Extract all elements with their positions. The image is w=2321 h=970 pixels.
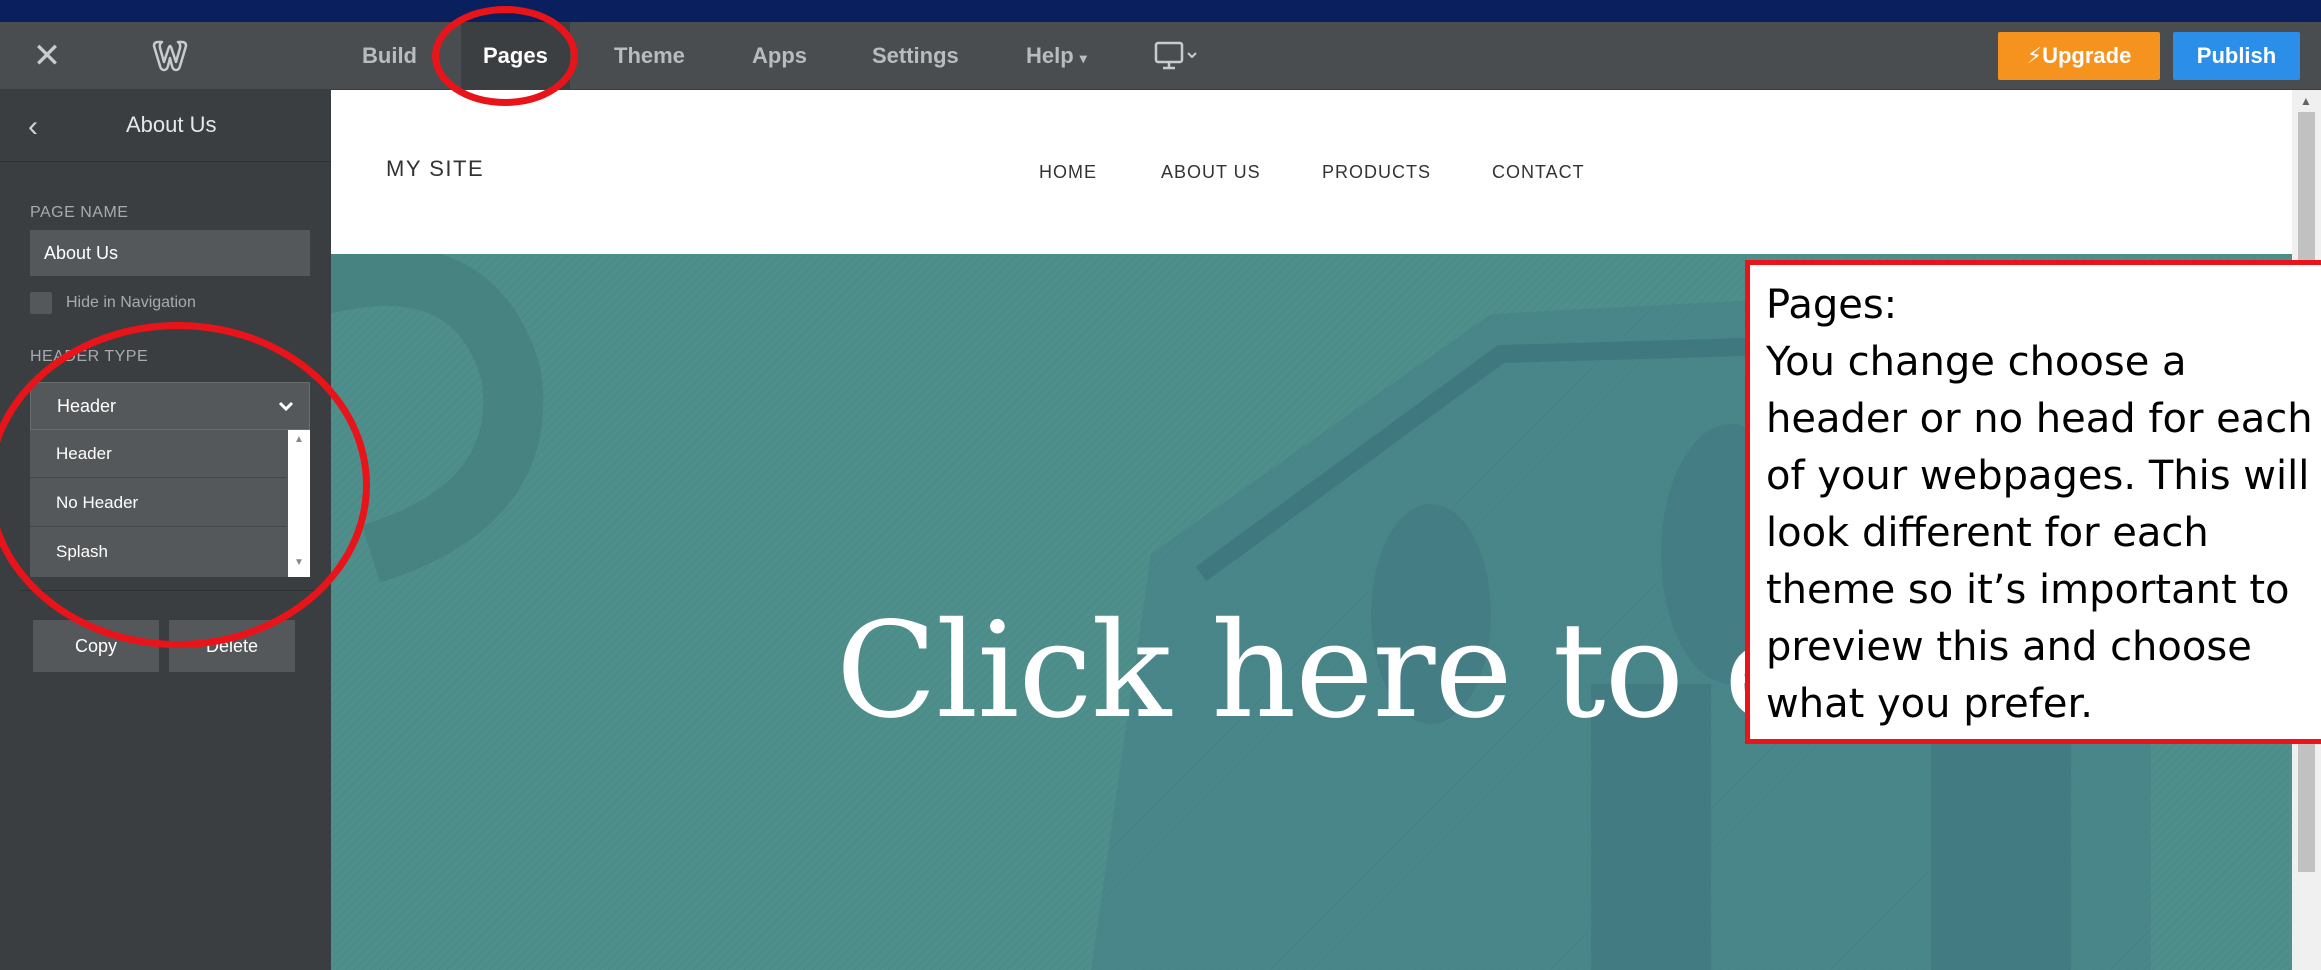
site-nav-home[interactable]: HOME [1039, 162, 1097, 183]
desktop-monitor-icon[interactable] [1152, 40, 1200, 72]
sidebar-title: About Us [126, 112, 217, 137]
page-name-input[interactable]: About Us [30, 230, 310, 276]
header-type-highlight-circle [0, 322, 370, 648]
chevron-left-icon[interactable]: ‹ [28, 110, 38, 144]
chevron-down-icon: ▾ [1079, 50, 1087, 66]
tab-help[interactable]: Help ▾ [1004, 22, 1109, 90]
callout-body: You change choose a header or no head fo… [1766, 339, 2313, 727]
tab-apps[interactable]: Apps [730, 22, 829, 90]
top-toolbar: ✕ Build Pages Theme Apps Settings Help ▾ … [0, 22, 2321, 90]
tab-help-label: Help [1026, 43, 1074, 68]
upgrade-label: Upgrade [2042, 43, 2132, 68]
sidebar-header: ‹ About Us [0, 90, 331, 162]
scroll-up-icon: ▲ [2300, 94, 2312, 108]
weebly-w-icon[interactable] [150, 40, 190, 72]
publish-button[interactable]: Publish [2173, 32, 2300, 80]
hide-in-navigation-checkbox[interactable] [30, 292, 52, 314]
tab-settings[interactable]: Settings [850, 22, 981, 90]
close-icon[interactable]: ✕ [30, 39, 64, 73]
hide-in-navigation-label: Hide in Navigation [66, 294, 196, 311]
site-nav-products[interactable]: PRODUCTS [1322, 162, 1431, 183]
site-nav-contact[interactable]: CONTACT [1492, 162, 1585, 183]
tab-theme[interactable]: Theme [592, 22, 707, 90]
instruction-callout: Pages: You change choose a header or no … [1745, 260, 2321, 744]
page-name-label: PAGE NAME [30, 204, 129, 221]
tab-build[interactable]: Build [340, 22, 439, 90]
site-nav-about-us[interactable]: ABOUT US [1161, 162, 1261, 183]
site-header: MY SITE HOME ABOUT US PRODUCTS CONTACT [331, 90, 2292, 254]
upgrade-button[interactable]: ⚡Upgrade [1998, 32, 2160, 80]
site-title[interactable]: MY SITE [386, 156, 484, 182]
callout-title: Pages: [1766, 282, 1898, 328]
pages-tab-highlight-circle [432, 6, 578, 106]
bolt-icon: ⚡ [2026, 43, 2043, 68]
